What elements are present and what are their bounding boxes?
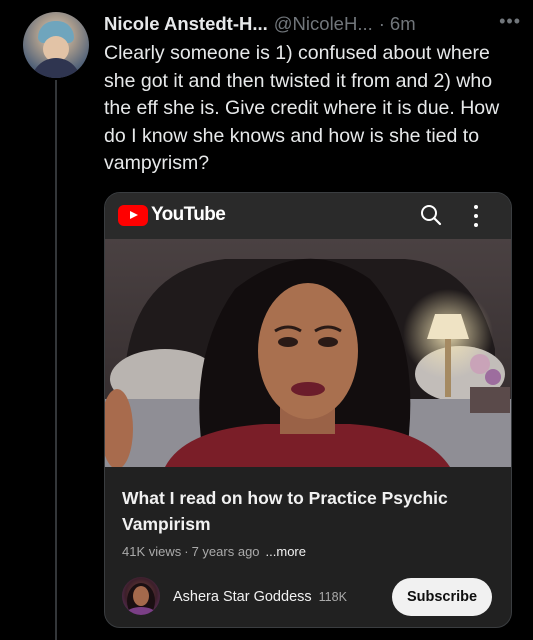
thumbnail-image [105,239,511,467]
channel-name[interactable]: Ashera Star Goddess [173,589,312,605]
video-meta: 41K views · 7 years ago ...more [122,544,306,559]
header-separator: · [378,13,385,34]
youtube-top-bar: YouTube [105,193,511,239]
meta-separator: · [184,544,189,559]
subscribe-button[interactable]: Subscribe [392,578,492,616]
more-link[interactable]: ...more [266,544,306,559]
author-avatar[interactable] [23,12,89,78]
youtube-play-icon [118,204,148,226]
channel-avatar-image [127,583,155,615]
channel-info[interactable]: Ashera Star Goddess 118K [173,589,347,605]
author-name[interactable]: Nicole Anstedt-H... [104,13,268,35]
youtube-embed-card[interactable]: YouTube What I read on how to Practice P… [104,192,512,628]
tweet-text: Clearly someone is 1) confused about whe… [104,42,500,174]
thread-line [55,80,57,640]
video-title[interactable]: What I read on how to Practice Psychic V… [122,485,492,537]
video-thumbnail[interactable] [105,239,511,467]
author-handle[interactable]: @NicoleH... [274,13,373,35]
search-icon[interactable] [419,203,443,227]
avatar-coat-shape [31,58,81,78]
subscriber-count: 118K [318,590,347,604]
youtube-logo-text: YouTube [151,204,226,225]
channel-avatar[interactable] [122,577,160,615]
tweet-timestamp[interactable]: 6m [390,13,416,35]
upload-age: 7 years ago [191,544,260,559]
youtube-logo[interactable]: YouTube [118,204,226,226]
view-count: 41K views [122,544,182,559]
more-options-icon[interactable]: ••• [499,11,521,32]
tweet-header: Nicole Anstedt-H... @NicoleH... · 6m [104,10,524,38]
kebab-menu-icon[interactable] [473,205,479,227]
